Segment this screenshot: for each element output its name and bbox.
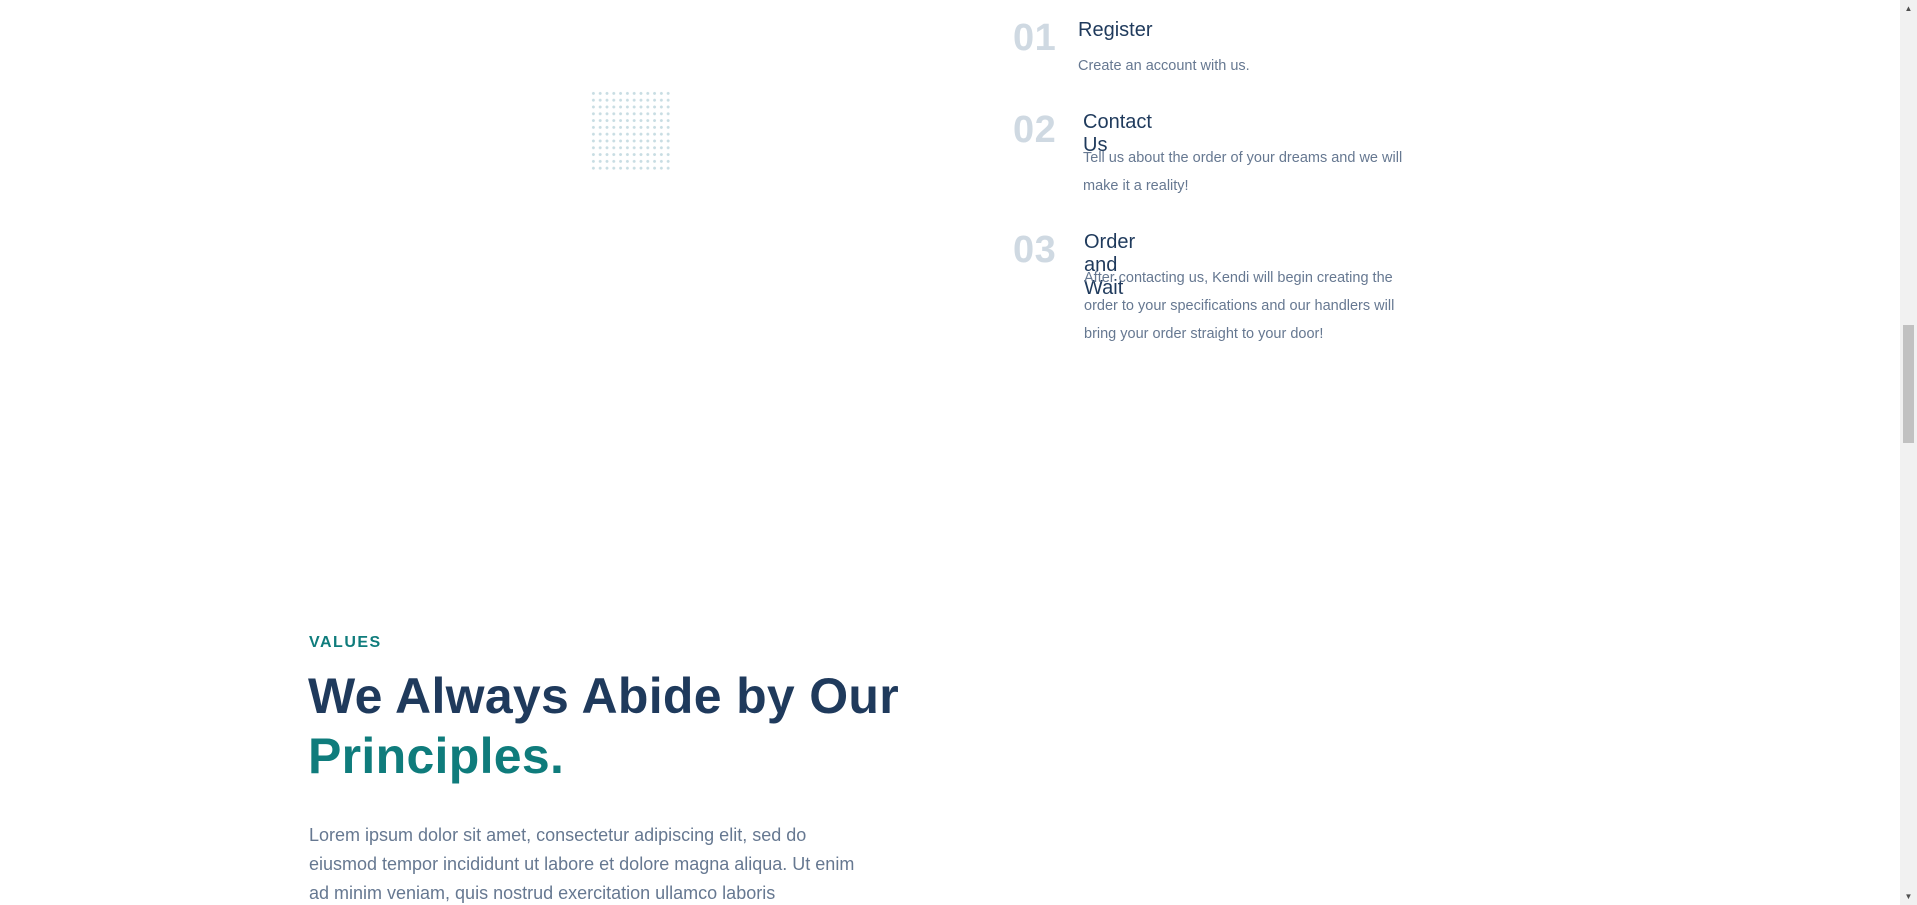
step-description: Create an account with us. [1078,58,1250,74]
step-description: Tell us about the order of your dreams a… [1083,150,1403,194]
dot-grid-decoration [590,90,670,170]
step-number: 03 [1013,229,1057,271]
section-lead-paragraph: Lorem ipsum dolor sit amet, consectetur … [309,825,855,903]
step-description: After contacting us, Kendi will begin cr… [1084,270,1395,342]
heading-main-text: We Always Abide by Our [308,668,899,724]
step-title: Register [1078,19,1153,41]
step-number: 01 [1013,17,1057,59]
scroll-up-arrow-icon[interactable]: ▲ [1900,0,1917,17]
page-scrollbar[interactable]: ▲ ▼ [1900,0,1917,905]
page: 01 Register Create an account with us. 0… [0,0,1917,905]
step-number: 02 [1013,109,1057,151]
scroll-down-arrow-icon[interactable]: ▼ [1900,888,1917,905]
scroll-thumb[interactable] [1903,325,1914,443]
section-eyebrow: VALUES [309,634,382,651]
section-heading: We Always Abide by Our Principles. [308,666,908,786]
heading-accent-text: Principles. [308,728,565,784]
